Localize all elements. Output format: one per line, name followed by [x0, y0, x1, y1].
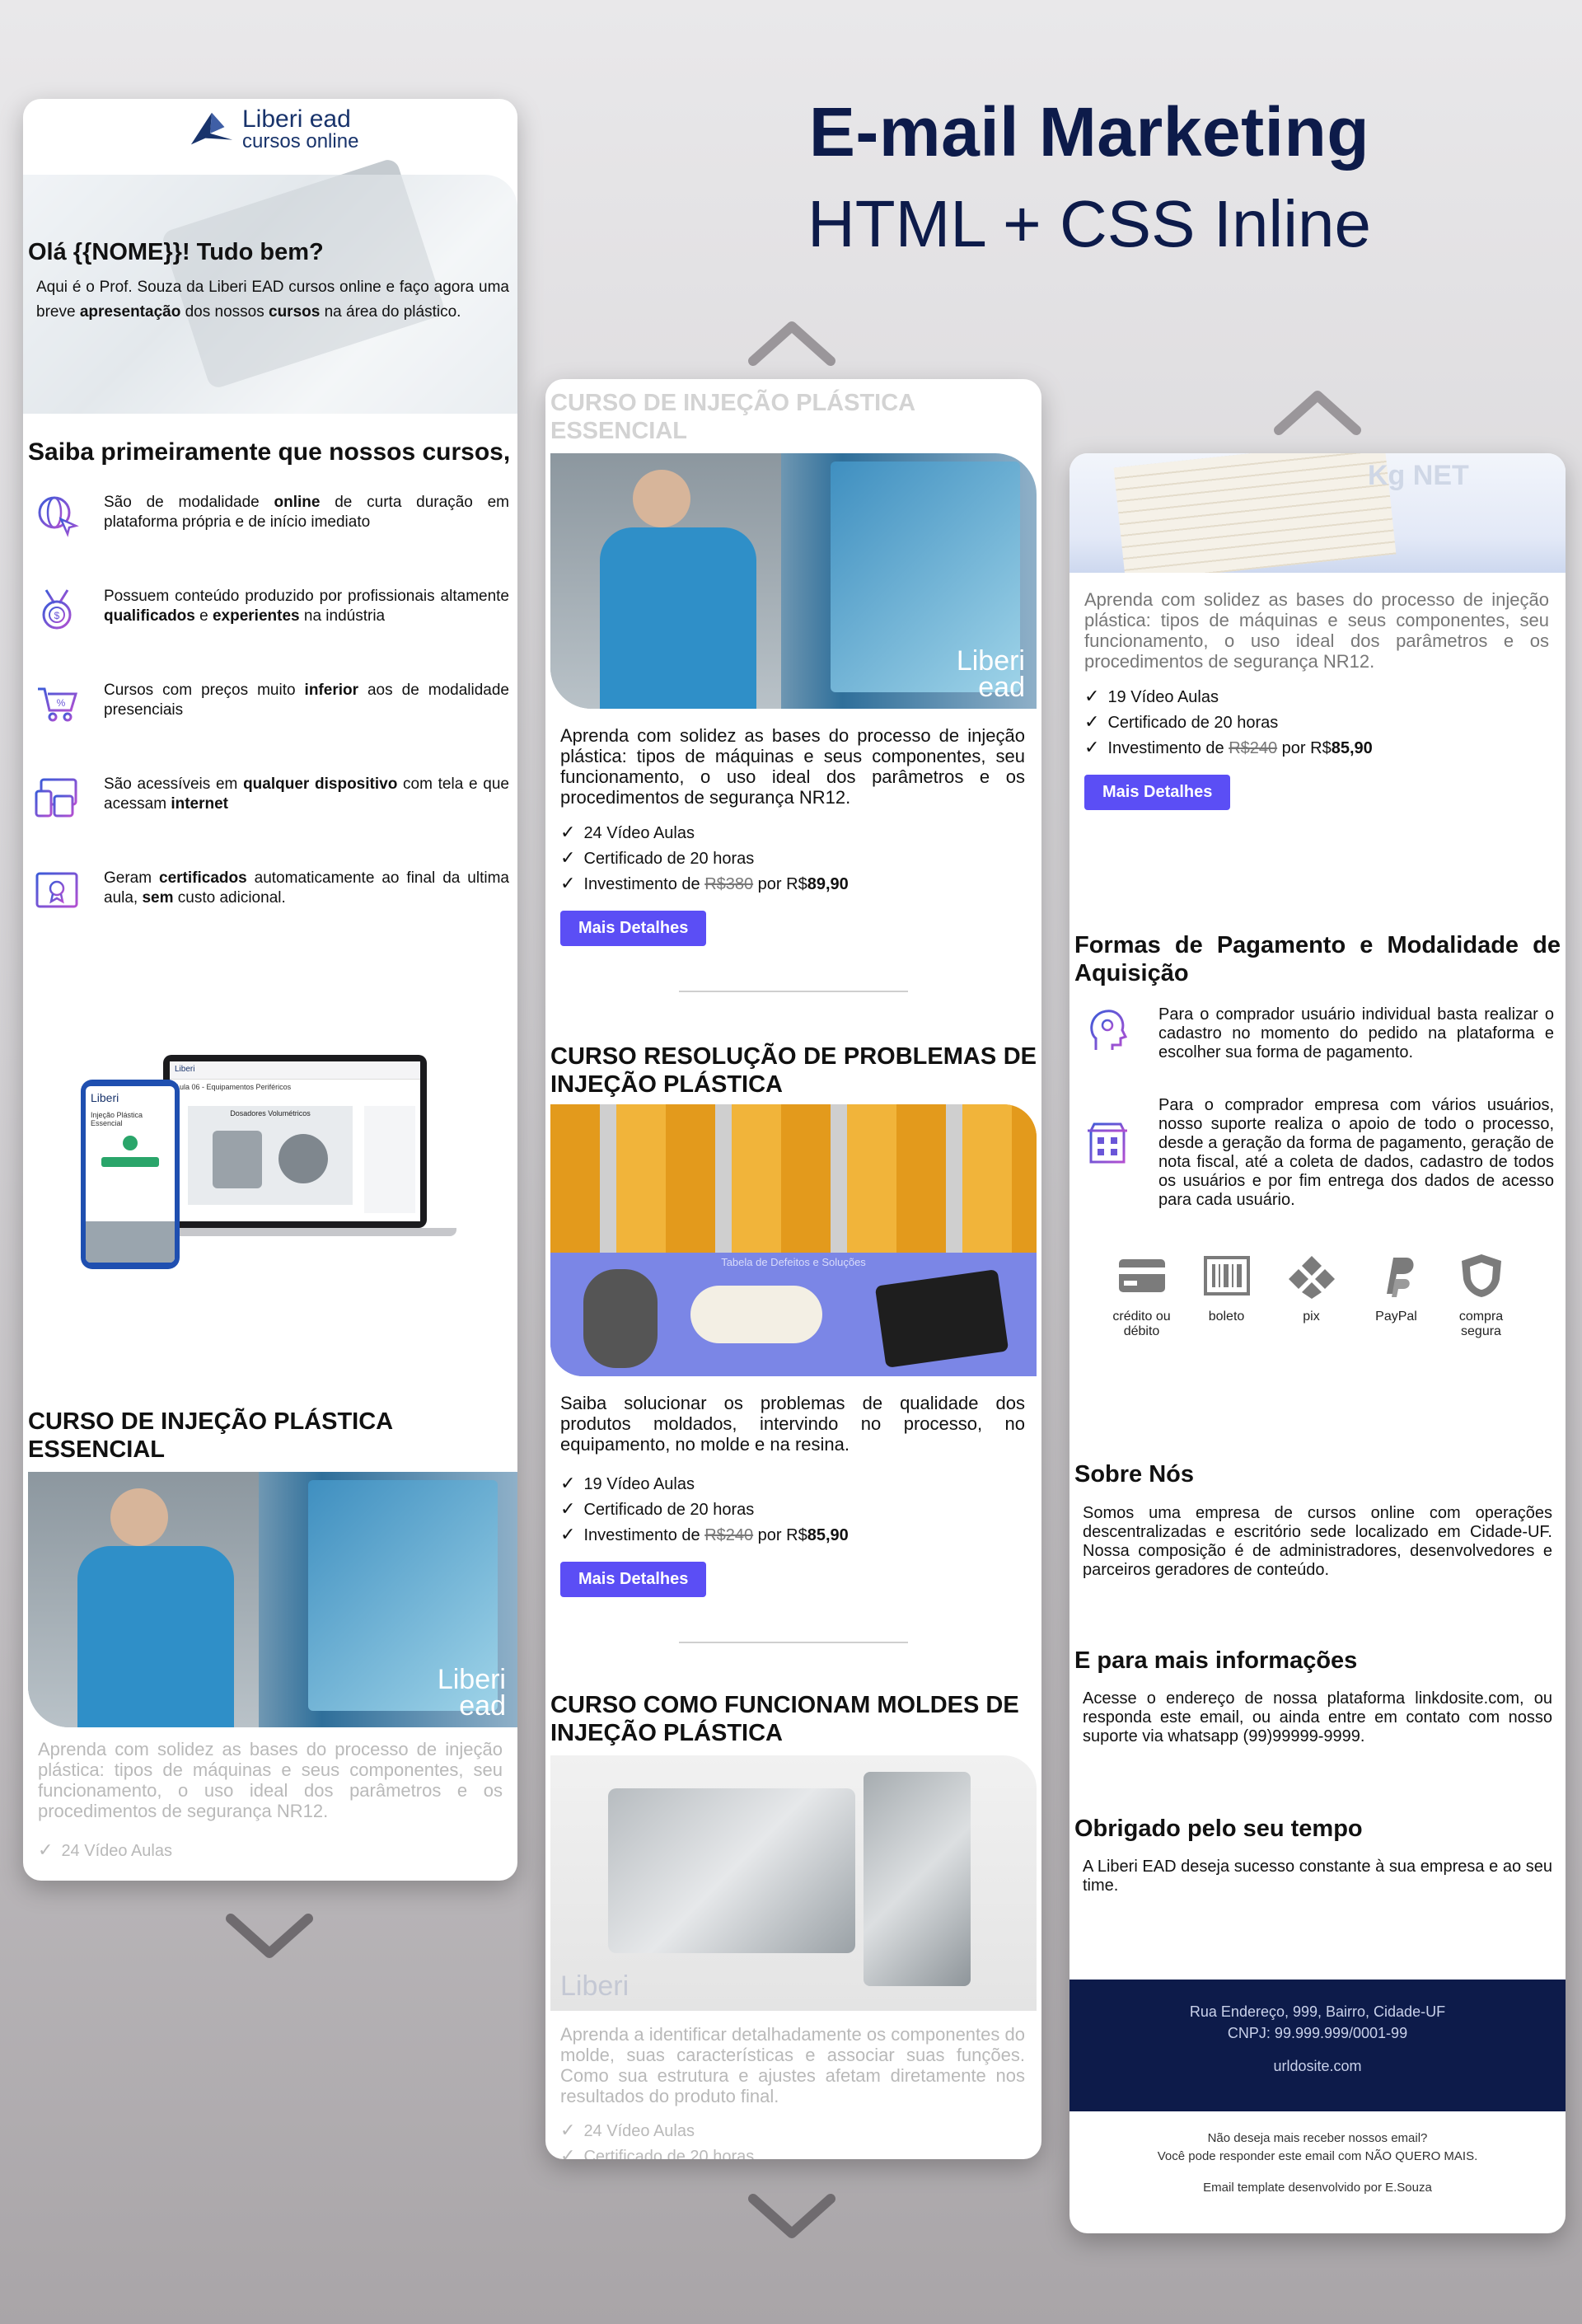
details-button[interactable]: Mais Detalhes [560, 1562, 707, 1597]
payment-method: PayPal [1354, 1253, 1439, 1339]
building-icon [1088, 1122, 1127, 1164]
about-text: Somos uma empresa de cursos online com o… [1083, 1504, 1552, 1579]
payment-individual: Para o comprador usuário individual bast… [1084, 1005, 1554, 1062]
feature-item: São acessíveis em qualquer dispositivo c… [35, 775, 513, 819]
user-head-icon [1090, 1010, 1128, 1050]
laptop-video-title: Dosadores Volumétricos [230, 1109, 311, 1117]
chevron-up-icon[interactable] [747, 318, 837, 368]
feature-item: % Cursos com preços muito inferior aos d… [35, 681, 513, 725]
course-checks: ✓ 19 Vídeo Aulas ✓ Certificado de 20 horas… [1084, 686, 1373, 757]
course-checks: ✓ 19 Vídeo Aulas ✓ Certificado de 20 horas… [560, 1473, 849, 1544]
devices-icon [35, 778, 77, 818]
brand-logo: Liberi ead cursos online [188, 107, 358, 152]
feature-item: Geram certificados automaticamente ao fi… [35, 869, 513, 913]
email-preview-right: Kg NET Aprenda com solidez as bases do p… [1069, 453, 1566, 2233]
logo-tagline: cursos online [242, 130, 359, 152]
certificate-icon [35, 872, 78, 908]
footer-light: Não deseja mais receber nossos email? Vo… [1069, 2130, 1566, 2197]
greeting-heading: Olá {{NOME}}! Tudo bem? [28, 239, 324, 265]
email-preview-middle: CURSO DE INJEÇÃO PLÁSTICA ESSENCIAL Libe… [545, 379, 1041, 2159]
course-title-faded: CURSO DE INJEÇÃO PLÁSTICA ESSENCIAL [550, 390, 915, 444]
chevron-up-icon[interactable] [1272, 387, 1363, 437]
course-image: Tabela de Defeitos e Soluções [550, 1104, 1037, 1376]
phone-course-title: Injeção Plástica Essencial [91, 1111, 143, 1127]
laptop: Liberi Aula 06 - Equipamentos Periférico… [163, 1055, 427, 1228]
pix-icon [1288, 1256, 1335, 1299]
laptop-lesson-title: Aula 06 - Equipamentos Periféricos [175, 1083, 292, 1091]
logo-mark-icon [190, 112, 233, 145]
features-heading: Saiba primeiramente que nossos cursos, [28, 438, 511, 466]
medal-icon: $ [42, 589, 72, 630]
course-image: Kg NET [1069, 453, 1566, 573]
image-text: Kg NET [1368, 460, 1469, 491]
chevron-down-icon[interactable] [747, 2192, 837, 2242]
payment-method: crédito ou débito [1099, 1253, 1184, 1339]
footer-address: Rua Endereço, 999, Bairro, Cidade-UF [1189, 2003, 1446, 2020]
phone: Liberi Injeção Plástica Essencial [81, 1080, 180, 1269]
footer-dark: Rua Endereço, 999, Bairro, Cidade-UF CNP… [1069, 1980, 1566, 2111]
course-description: Aprenda com solidez as bases do processo… [560, 725, 1025, 808]
divider [679, 1642, 908, 1643]
details-button[interactable]: Mais Detalhes [560, 911, 707, 946]
course-image: Liberi ead [28, 1472, 517, 1727]
svg-text:$: $ [54, 610, 60, 621]
logo-text: Liberi ead [242, 105, 351, 133]
footer-cnpj: CNPJ: 99.999.999/0001-99 [1227, 2025, 1408, 2041]
paypal-icon [1386, 1258, 1414, 1297]
payment-method: compra segura [1439, 1253, 1523, 1339]
cart-discount-icon: % [38, 687, 78, 722]
thanks-text: A Liberi EAD deseja sucesso constante à … [1083, 1858, 1552, 1895]
payment-heading: Formas de Pagamento e Modalidade de Aqui… [1074, 932, 1561, 986]
image-watermark: Liberi [560, 1970, 630, 2002]
course-checks: ✓ 24 Vídeo Aulas ✓ Certificado de 20 horas [560, 2120, 755, 2159]
course-image: Liberi ead [550, 453, 1037, 709]
info-text: Acesse o endereço de nossa plataforma li… [1083, 1689, 1552, 1745]
course-checks: ✓ 24 Vídeo Aulas [38, 1839, 172, 1860]
course-description: Saiba solucionar os problemas de qualida… [560, 1393, 1025, 1455]
hero-title: E-mail Marketing [808, 93, 1370, 171]
payment-methods: crédito ou débito boleto pix PayPal comp… [1099, 1253, 1523, 1339]
details-button[interactable]: Mais Detalhes [1084, 775, 1231, 810]
credit-text: Email template desenvolvido por E.Souza [1203, 2181, 1432, 2195]
greeting-text: Aqui é o Prof. Souza da Liberi EAD curso… [36, 279, 509, 321]
chevron-down-icon[interactable] [224, 1912, 315, 1961]
image-watermark: Liberi [437, 1664, 506, 1695]
thanks-heading: Obrigado pelo seu tempo [1074, 1816, 1363, 1842]
course-image: Liberi [550, 1755, 1037, 2011]
course-title: CURSO RESOLUÇÃO DE PROBLEMAS DE INJEÇÃO … [550, 1043, 1037, 1098]
course-description: Aprenda com solidez as bases do processo… [38, 1739, 503, 1821]
divider [679, 991, 908, 992]
payment-method: pix [1269, 1253, 1354, 1339]
payment-company: Para o comprador empresa com vários usuá… [1084, 1096, 1554, 1210]
hero-subtitle: HTML + CSS Inline [807, 187, 1371, 260]
shield-icon [1461, 1254, 1501, 1297]
course-title: CURSO DE INJEÇÃO PLÁSTICA ESSENCIAL [28, 1408, 393, 1463]
about-heading: Sobre Nós [1074, 1461, 1195, 1488]
payment-method: boleto [1184, 1253, 1269, 1339]
image-watermark: Liberi [956, 645, 1025, 677]
course-title: CURSO COMO FUNCIONAM MOLDES DE INJEÇÃO P… [550, 1692, 1019, 1746]
feature-item: São de modalidade online de curta duraçã… [35, 493, 513, 537]
footer-url[interactable]: urldosite.com [1069, 2055, 1566, 2077]
info-heading: E para mais informações [1074, 1647, 1358, 1674]
devices-mockup: Liberi Aula 06 - Equipamentos Periférico… [81, 1055, 493, 1269]
image-caption: Tabela de Defeitos e Soluções [721, 1256, 866, 1268]
unsubscribe-text: Não deseja mais receber nossos email? [1207, 2131, 1428, 2145]
svg-text:%: % [57, 697, 66, 709]
email-preview-left: Liberi ead cursos online Olá {{NOME}}! T… [23, 99, 517, 1881]
globe-cursor-icon [38, 496, 79, 537]
reply-text: Você pode responder este email com NÃO Q… [1157, 2149, 1478, 2163]
credit-card-icon [1118, 1259, 1165, 1292]
course-description: Aprenda a identificar detalhadamente os … [560, 2024, 1025, 2106]
course-checks: ✓ 24 Vídeo Aulas ✓ Certificado de 20 horas… [560, 822, 849, 893]
feature-item: $ Possuem conteúdo produzido por profiss… [35, 587, 513, 631]
course-description: Aprenda com solidez as bases do processo… [1084, 589, 1549, 672]
barcode-icon [1203, 1256, 1250, 1296]
